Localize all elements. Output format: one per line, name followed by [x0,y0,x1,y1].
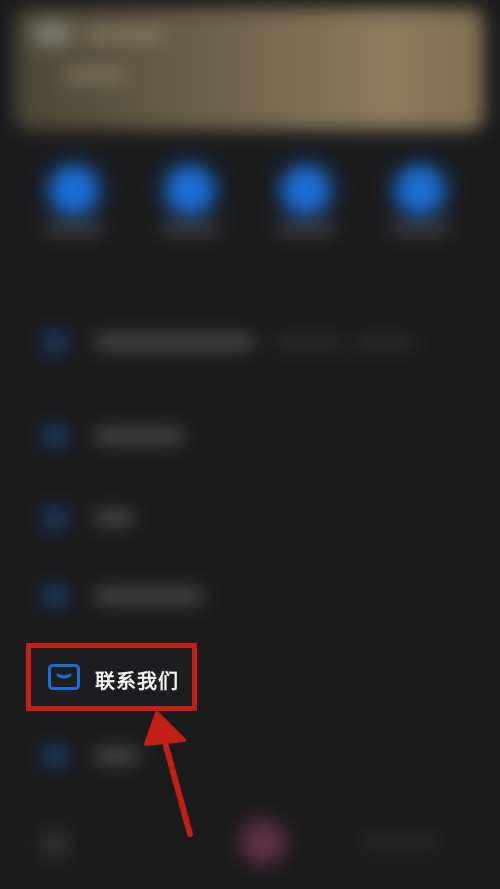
blurred-background [0,0,500,889]
menu-row [44,744,244,768]
message-box-icon [48,664,80,690]
screen: 联系我们 [0,0,500,889]
menu-row [44,424,244,448]
menu-row-text-placeholder [94,589,204,603]
quick-action-label-placeholder [390,224,450,234]
menu-row [44,330,464,354]
quick-action [150,160,230,234]
member-banner [14,8,484,130]
contact-us-item[interactable]: 联系我们 [31,648,192,706]
bottom-bar [0,809,500,889]
banner-avatar [32,22,72,46]
menu-row [44,506,244,530]
highlight-box: 联系我们 [26,643,197,711]
quick-action-icon [396,166,444,214]
menu-row-text-placeholder [94,335,254,349]
quick-action [34,160,114,234]
quick-action-icon [166,166,214,214]
quick-action [380,160,460,234]
menu-row-icon [44,586,66,606]
menu-row-icon [44,746,66,766]
menu-row-subtext-placeholder [354,337,414,347]
menu-row-icon [44,332,66,352]
menu-row-text-placeholder [94,511,134,525]
menu-row-subtext-placeholder [274,337,344,347]
menu-row-icon [44,426,66,446]
quick-action-icon [50,166,98,214]
quick-action-label-placeholder [160,224,220,234]
bottom-bar-item [40,829,70,859]
banner-text-placeholder [84,30,164,40]
menu-row-text-placeholder [94,749,139,763]
quick-actions [0,160,500,260]
menu-row-text-placeholder [94,429,184,443]
menu-row [44,584,264,608]
quick-action-label-placeholder [44,224,104,234]
quick-action-label-placeholder [276,224,336,234]
bottom-bar-item [360,831,440,851]
quick-action [266,160,346,234]
banner-subtext-placeholder [64,70,124,80]
contact-us-label: 联系我们 [95,669,179,693]
quick-action-icon [282,166,330,214]
menu-row-icon [44,508,66,528]
bottom-bar-center-button [240,819,286,865]
